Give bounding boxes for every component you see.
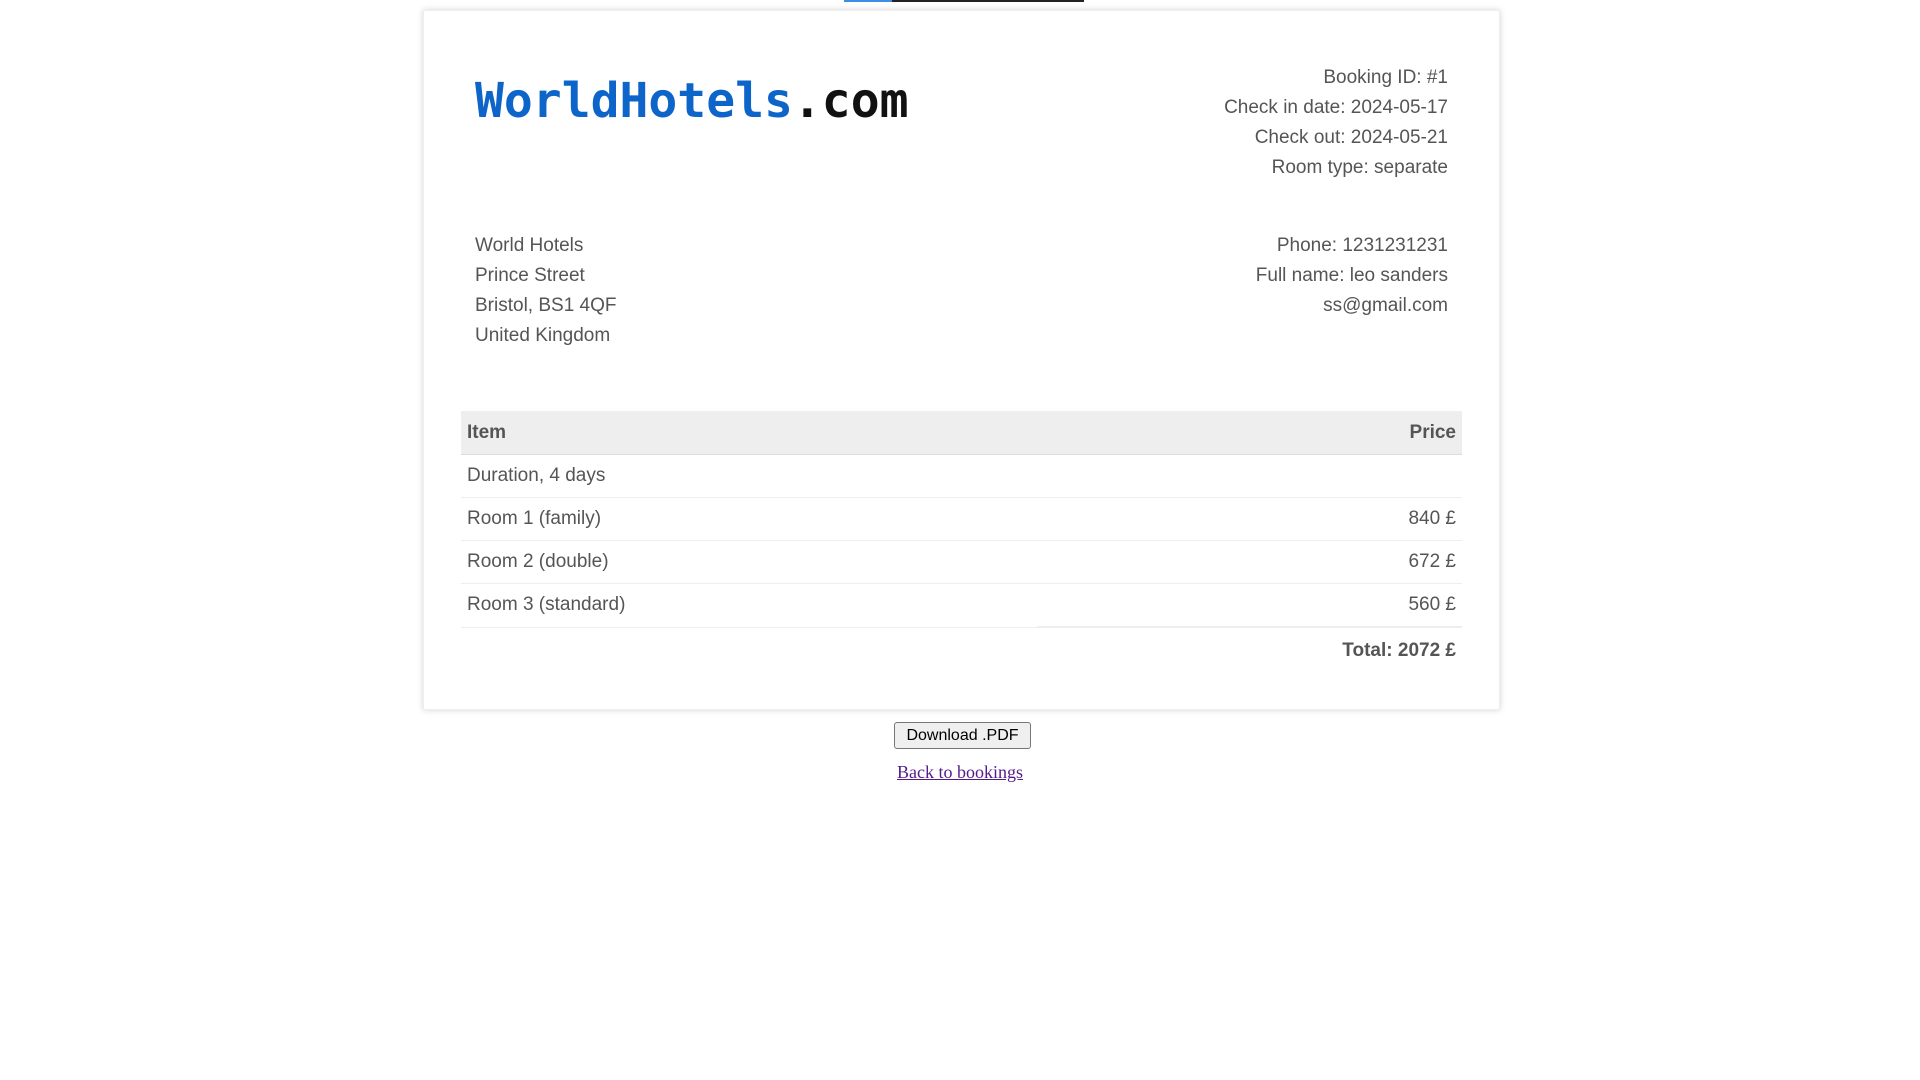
total-spacer — [461, 627, 1037, 674]
price-cell: 840 £ — [1037, 497, 1462, 541]
item-cell: Room 2 (double) — [461, 540, 1038, 584]
hotel-address: World Hotels Prince Street Bristol, BS1 … — [475, 231, 617, 351]
hotel-name: World Hotels — [475, 235, 584, 256]
hotel-country: United Kingdom — [475, 325, 611, 346]
table-row: Duration, 4 days — [461, 454, 1462, 498]
logo-brand: WorldHotels — [475, 73, 793, 129]
total-row: Total: 2072 £ — [461, 626, 1462, 674]
room-type: Room type: separate — [1271, 157, 1448, 178]
table-row: Room 3 (standard) 560 £ — [461, 583, 1462, 628]
hotel-street: Prince Street — [475, 265, 585, 286]
top-accent-highlight — [844, 0, 892, 2]
hotel-city: Bristol, BS1 4QF — [475, 295, 617, 316]
customer-full-name: Full name: leo sanders — [1255, 265, 1448, 286]
download-pdf-button[interactable]: Download .PDF — [894, 722, 1031, 749]
item-cell: Room 3 (standard) — [461, 583, 1038, 628]
column-header-price: Price — [1037, 411, 1462, 455]
customer-contact: Phone: 1231231231 Full name: leo sanders… — [1256, 231, 1448, 321]
invoice-items-table: Item Price Duration, 4 days Room 1 (fami… — [461, 411, 1462, 674]
price-cell: 672 £ — [1037, 540, 1462, 584]
logo-tld: .com — [792, 73, 909, 129]
item-cell: Room 1 (family) — [461, 497, 1038, 541]
site-logo: WorldHotels.com — [475, 73, 908, 129]
booking-info: Booking ID: #1 Check in date: 2024-05-17… — [1224, 63, 1448, 183]
price-cell — [1037, 454, 1462, 498]
column-header-item: Item — [461, 411, 1038, 455]
table-header-row: Item Price — [461, 411, 1462, 455]
back-to-bookings-link[interactable]: Back to bookings — [897, 762, 1023, 782]
customer-email: ss@gmail.com — [1323, 295, 1448, 316]
price-cell: 560 £ — [1037, 583, 1462, 628]
check-in-date: Check in date: 2024-05-17 — [1224, 97, 1448, 118]
table-row: Room 1 (family) 840 £ — [461, 497, 1462, 541]
check-out-date: Check out: 2024-05-21 — [1254, 127, 1448, 148]
customer-phone: Phone: 1231231231 — [1276, 235, 1448, 256]
table-row: Room 2 (double) 672 £ — [461, 540, 1462, 584]
total-amount: Total: 2072 £ — [1037, 626, 1462, 674]
item-cell: Duration, 4 days — [461, 454, 1038, 498]
booking-id: Booking ID: #1 — [1323, 67, 1448, 88]
invoice-card: WorldHotels.com Booking ID: #1 Check in … — [423, 10, 1500, 710]
back-link-container: Back to bookings — [0, 762, 1920, 783]
